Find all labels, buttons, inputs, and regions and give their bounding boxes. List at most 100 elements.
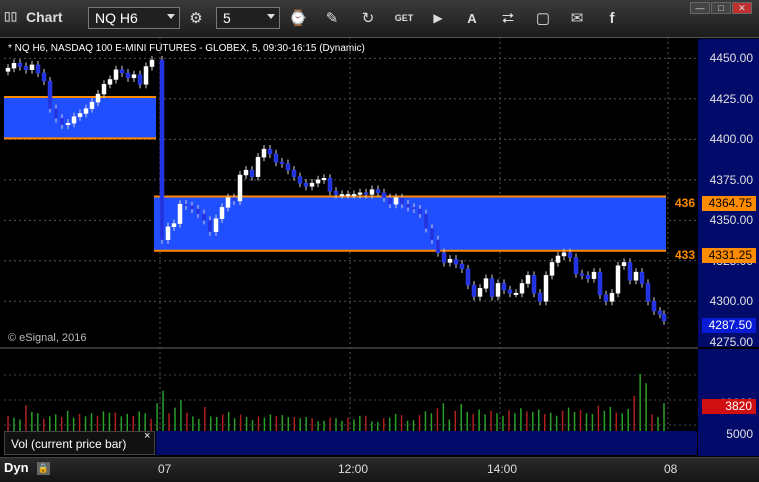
candle-body [23, 66, 29, 71]
candle-body [393, 197, 399, 205]
chat-icon[interactable]: ▢ [531, 7, 555, 29]
candle-body [237, 174, 243, 202]
candle-body [83, 108, 89, 114]
candle-body [35, 64, 41, 74]
interval-input[interactable]: 5 [216, 7, 280, 29]
candle-body [225, 197, 231, 208]
candle-body [207, 220, 213, 232]
candle-body [333, 190, 339, 195]
candle-body [95, 93, 101, 103]
candle-body [423, 213, 429, 229]
settings-gear-icon[interactable]: ⚙ [184, 7, 208, 29]
price-chart[interactable] [0, 37, 698, 457]
candle-body [381, 192, 387, 198]
lower-level-tag: 4331.25 [702, 248, 756, 263]
candle-body [411, 207, 417, 210]
play-icon[interactable]: ▶ [426, 7, 450, 29]
candle-body [315, 179, 321, 184]
candle-body [435, 239, 441, 253]
dyn-label[interactable]: Dyn [4, 460, 29, 475]
twitter-icon[interactable]: ✉ [565, 7, 589, 29]
candle-body [189, 205, 195, 210]
last-price-tag: 4287.50 [702, 318, 756, 333]
candle-body [531, 275, 537, 294]
chevron-down-icon[interactable] [167, 14, 175, 19]
volume-tick-label: 5000 [726, 426, 753, 441]
interval-value: 5 [223, 10, 231, 26]
clock-icon[interactable]: ⌚ [286, 7, 310, 29]
candle-body [195, 208, 201, 215]
time-axis[interactable]: Dyn 🔒 07 12:00 14:00 08 [0, 457, 759, 482]
candle-body [165, 226, 171, 241]
candle-body [243, 169, 249, 176]
candle-body [309, 182, 315, 187]
candle-body [387, 197, 393, 205]
get-data-icon[interactable]: GET [392, 7, 416, 29]
candle-body [201, 213, 207, 221]
candle-body [639, 271, 645, 284]
maximize-button[interactable]: □ [711, 2, 731, 14]
candle-body [369, 189, 375, 195]
candle-body [5, 67, 11, 72]
time-tick-label: 14:00 [487, 462, 518, 476]
candle-body [59, 118, 65, 126]
candle-body [465, 268, 471, 286]
minimize-button[interactable]: — [690, 2, 710, 14]
title-bar: ▯▯ Chart NQ H6 ⚙ 5 ⌚ ✎ ↻ GET ▶ A ⮂ ▢ ✉ f… [0, 0, 759, 38]
price-axis[interactable]: 4450.004425.004400.004375.004350.004325.… [698, 39, 759, 349]
link-icon[interactable]: ⮂ [496, 7, 520, 29]
candle-body [351, 194, 357, 197]
volume-study-text: Vol (current price bar) [11, 437, 127, 451]
candle-body [627, 262, 633, 281]
candle-body [363, 192, 369, 195]
close-study-icon[interactable]: × [144, 430, 150, 442]
candle-body [441, 252, 447, 263]
candle-body [477, 288, 483, 297]
candle-body [429, 228, 435, 241]
upper-level-label: 436 [675, 196, 696, 210]
candle-body [483, 278, 489, 289]
candle-body [417, 208, 423, 215]
candle-body [471, 284, 477, 297]
price-tick-label: 4400.00 [709, 132, 753, 147]
candle-body [213, 218, 219, 232]
candle-body [597, 271, 603, 296]
lock-icon[interactable]: 🔒 [37, 462, 50, 475]
candle-body [345, 194, 351, 197]
candle-body [525, 275, 531, 284]
price-tick-label: 4350.00 [709, 213, 753, 228]
candle-body [453, 258, 459, 265]
volume-study-strip [156, 431, 697, 455]
candle-body [137, 74, 143, 85]
candle-body [645, 283, 651, 302]
candle-body [573, 257, 579, 275]
candle-body [633, 271, 639, 281]
pencil-icon[interactable]: ✎ [320, 7, 344, 29]
candle-body [519, 283, 525, 294]
chevron-down-icon[interactable] [267, 14, 275, 19]
candle-body [177, 203, 183, 224]
facebook-icon[interactable]: f [600, 7, 624, 29]
candle-body [609, 292, 615, 302]
candle-body [405, 203, 411, 208]
close-button[interactable]: ✕ [732, 2, 752, 14]
candle-body [285, 163, 291, 171]
candle-body [507, 289, 513, 294]
symbol-input[interactable]: NQ H6 [88, 7, 180, 29]
price-tick-label: 4300.00 [709, 294, 753, 309]
alert-icon[interactable]: A [460, 7, 484, 29]
candle-body [113, 69, 119, 80]
candle-body [591, 271, 597, 279]
volume-study-label[interactable]: Vol (current price bar) [4, 431, 155, 455]
candle-body [159, 59, 165, 241]
candle-body [603, 294, 609, 302]
candle-body [579, 273, 585, 276]
window-title: Chart [26, 9, 63, 25]
candle-body [585, 275, 591, 279]
candle-body [171, 223, 177, 228]
candle-body [29, 64, 35, 71]
candle-body [249, 169, 255, 177]
candle-body [657, 310, 663, 315]
candle-body [561, 252, 567, 257]
refresh-icon[interactable]: ↻ [356, 7, 380, 29]
